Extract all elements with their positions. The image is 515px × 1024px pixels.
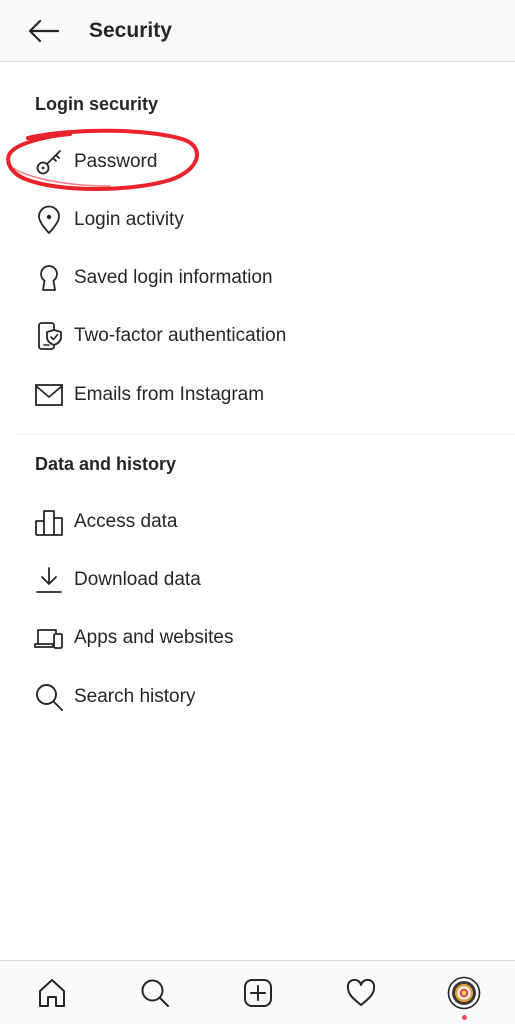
laptop-phone-icon bbox=[33, 622, 65, 654]
menu-item-download-data[interactable]: Download data bbox=[0, 552, 515, 608]
menu-item-two-factor-authentication[interactable]: Two-factor authentication bbox=[0, 308, 515, 364]
menu-item-emails-from-instagram[interactable]: Emails from Instagram bbox=[0, 367, 515, 423]
page-title: Security bbox=[89, 18, 172, 42]
keyhole-icon bbox=[33, 262, 65, 294]
section-heading-data-and-history: Data and history bbox=[35, 454, 177, 474]
tab-activity[interactable] bbox=[337, 969, 385, 1017]
menu-item-label: Saved login information bbox=[74, 267, 273, 288]
envelope-icon bbox=[33, 379, 65, 411]
download-icon bbox=[33, 564, 65, 596]
profile-avatar-icon bbox=[447, 976, 480, 1009]
key-icon bbox=[33, 146, 65, 178]
back-button[interactable] bbox=[22, 9, 66, 53]
top-app-bar: Security bbox=[0, 0, 515, 62]
notification-dot bbox=[461, 1014, 467, 1020]
search-icon bbox=[141, 979, 169, 1007]
menu-item-label: Two-factor authentication bbox=[74, 325, 287, 346]
menu-item-label: Emails from Instagram bbox=[74, 384, 265, 405]
phone-shield-icon bbox=[33, 320, 65, 352]
arrow-left-icon bbox=[29, 19, 59, 42]
menu-item-access-data[interactable]: Access data bbox=[0, 494, 515, 550]
menu-item-password[interactable]: Password bbox=[0, 134, 515, 190]
menu-item-label: Download data bbox=[74, 569, 201, 590]
tab-profile[interactable] bbox=[440, 969, 488, 1020]
bar-chart-icon bbox=[33, 506, 65, 538]
section-heading-login-security: Login security bbox=[35, 94, 159, 114]
tab-new-post[interactable] bbox=[234, 969, 282, 1017]
tab-home[interactable] bbox=[28, 969, 76, 1017]
home-icon bbox=[38, 978, 65, 1007]
menu-item-apps-and-websites[interactable]: Apps and websites bbox=[0, 610, 515, 666]
menu-item-label: Access data bbox=[74, 511, 178, 532]
menu-item-search-history[interactable]: Search history bbox=[0, 669, 515, 725]
new-post-icon bbox=[243, 978, 272, 1007]
search-icon bbox=[33, 681, 65, 713]
heart-icon bbox=[346, 978, 375, 1006]
bottom-navigation-bar bbox=[0, 960, 515, 1024]
menu-item-label: Apps and websites bbox=[74, 627, 234, 648]
location-pin-icon bbox=[33, 204, 65, 236]
menu-item-login-activity[interactable]: Login activity bbox=[0, 192, 515, 248]
menu-item-label: Login activity bbox=[74, 209, 184, 230]
section-divider bbox=[17, 434, 515, 435]
menu-item-label: Search history bbox=[74, 686, 196, 707]
menu-item-saved-login-information[interactable]: Saved login information bbox=[0, 250, 515, 306]
tab-search[interactable] bbox=[131, 969, 179, 1017]
menu-item-label: Password bbox=[74, 151, 158, 172]
